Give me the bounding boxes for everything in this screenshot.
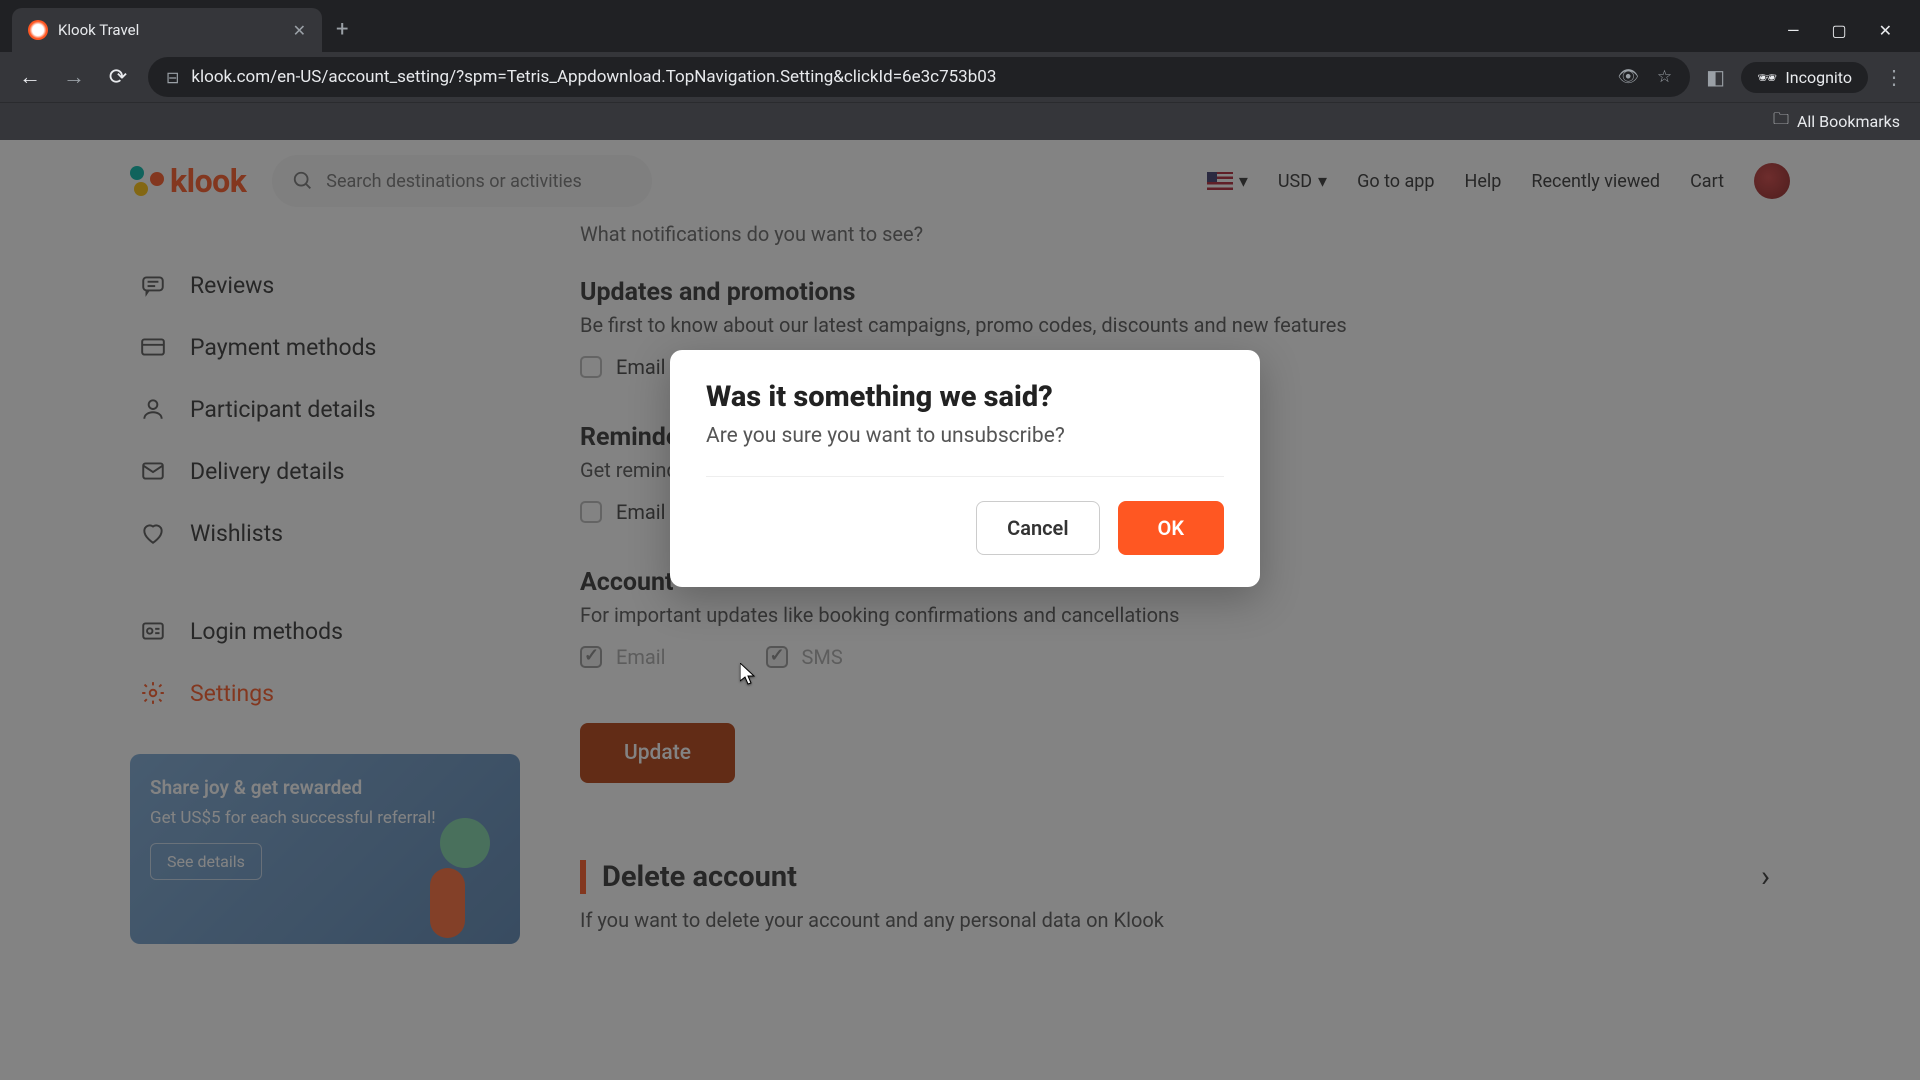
minimize-icon[interactable]: — bbox=[1787, 21, 1800, 40]
incognito-badge[interactable]: 🕶 Incognito bbox=[1741, 62, 1868, 93]
new-tab-button[interactable]: + bbox=[336, 17, 348, 42]
browser-titlebar: Klook Travel ✕ + — ▢ ✕ bbox=[0, 0, 1920, 52]
address-bar[interactable]: ⊟ klook.com/en-US/account_setting/?spm=T… bbox=[148, 57, 1690, 97]
url-text: klook.com/en-US/account_setting/?spm=Tet… bbox=[191, 67, 996, 87]
folder-icon: 🗀 bbox=[1773, 108, 1789, 135]
all-bookmarks-link[interactable]: All Bookmarks bbox=[1797, 112, 1900, 131]
tab-title: Klook Travel bbox=[58, 21, 139, 39]
ok-button[interactable]: OK bbox=[1118, 501, 1224, 555]
browser-tab[interactable]: Klook Travel ✕ bbox=[12, 8, 322, 52]
modal-backdrop[interactable] bbox=[0, 140, 1920, 1080]
modal-body: Are you sure you want to unsubscribe? bbox=[706, 424, 1224, 448]
modal-title: Was it something we said? bbox=[706, 380, 1224, 414]
unsubscribe-modal: Was it something we said? Are you sure y… bbox=[670, 350, 1260, 587]
reload-button[interactable]: ⟳ bbox=[104, 63, 132, 91]
incognito-icon: 🕶 bbox=[1757, 68, 1777, 87]
bookmark-star-icon[interactable]: ☆ bbox=[1657, 67, 1672, 87]
window-controls: — ▢ ✕ bbox=[1787, 21, 1920, 52]
maximize-icon[interactable]: ▢ bbox=[1831, 21, 1846, 40]
bookmarks-bar: 🗀 All Bookmarks bbox=[0, 102, 1920, 140]
tab-close-icon[interactable]: ✕ bbox=[293, 21, 306, 40]
site-info-icon[interactable]: ⊟ bbox=[166, 68, 179, 87]
browser-toolbar: ← → ⟳ ⊟ klook.com/en-US/account_setting/… bbox=[0, 52, 1920, 102]
page-overlay bbox=[0, 140, 1920, 1080]
favicon-icon bbox=[28, 20, 48, 40]
eye-off-icon[interactable]: 👁 bbox=[1617, 67, 1639, 87]
forward-button[interactable]: → bbox=[60, 63, 88, 91]
browser-menu-icon[interactable]: ⋮ bbox=[1884, 65, 1904, 89]
side-panel-icon[interactable]: ◧ bbox=[1706, 65, 1725, 89]
cancel-button[interactable]: Cancel bbox=[976, 501, 1099, 555]
back-button[interactable]: ← bbox=[16, 63, 44, 91]
close-window-icon[interactable]: ✕ bbox=[1879, 21, 1892, 40]
